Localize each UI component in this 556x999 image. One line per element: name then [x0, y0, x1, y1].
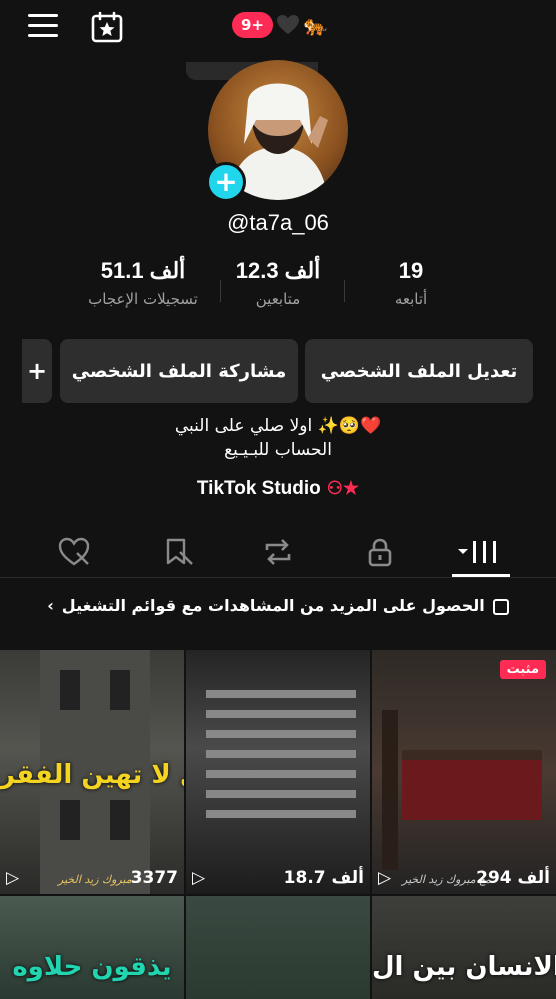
video-signature: مبروك زيد الخير — [58, 873, 132, 886]
content-tabs — [0, 526, 556, 578]
edit-profile-button[interactable]: تعديل الملف الشخصي — [305, 339, 533, 403]
stat-followers-value: 12.3 ألف — [235, 258, 321, 283]
playlist-prompt-text: الحصول على المزيد من المشاهدات مع قوائم … — [61, 596, 485, 615]
bio-line-2: الحساب للبـيـيع — [224, 440, 332, 460]
video-thumbnail[interactable]: الانسان بين ال — [372, 896, 556, 999]
profile-actions: + مشاركة الملف الشخصي تعديل الملف الشخصي — [0, 339, 556, 403]
video-overlay-text: قل لا تهين الفقر — [0, 760, 184, 790]
add-friend-button[interactable]: + — [22, 339, 52, 403]
tab-private[interactable] — [360, 532, 400, 572]
chevron-left-icon: ‹ — [47, 596, 54, 615]
repost-icon — [265, 539, 291, 565]
notification-area[interactable]: 9+ 🐅 — [232, 12, 328, 38]
view-count: 294 ألف — [476, 868, 550, 888]
tab-favorites[interactable] — [158, 532, 198, 572]
tiktok-studio-label: TikTok Studio — [196, 478, 321, 499]
view-count: 3377 — [130, 868, 178, 888]
video-thumbnail[interactable]: 18.7 ألف ▷ — [186, 650, 370, 894]
hidden-heart-icon — [58, 537, 90, 566]
menu-icon[interactable] — [28, 14, 58, 38]
tab-liked[interactable] — [54, 532, 94, 572]
video-thumbnail[interactable]: يذقون حلاوه — [0, 896, 184, 999]
video-thumbnail[interactable] — [186, 896, 370, 999]
video-views: 18.7 ألف — [284, 868, 364, 888]
add-avatar-button[interactable]: + — [206, 162, 246, 202]
bench-scene — [382, 710, 542, 870]
crosswalk-scene — [206, 690, 356, 818]
stat-followers[interactable]: 12.3 ألف متابعين — [203, 258, 353, 308]
share-profile-button[interactable]: مشاركة الملف الشخصي — [60, 339, 298, 403]
stat-likes[interactable]: 51.1 ألف تسجيلات الإعجاب — [68, 258, 218, 308]
person-star-icon: ⚇★ — [326, 478, 360, 498]
play-icon: ▷ — [192, 868, 206, 888]
stat-following-label: أتابعه — [394, 290, 428, 308]
active-tab-indicator — [452, 574, 510, 577]
notification-badge[interactable]: 9+ — [232, 12, 274, 38]
calendar-star-icon[interactable] — [90, 11, 124, 43]
hidden-bookmark-icon — [166, 538, 193, 565]
top-bar: 9+ 🐅 — [0, 0, 556, 56]
tiktok-studio-link[interactable]: TikTok Studio ⚇★ — [0, 478, 556, 500]
video-overlay-text: يذقون حلاوه — [12, 952, 172, 982]
stat-likes-label: تسجيلات الإعجاب — [88, 290, 198, 308]
stat-following-value: 19 — [398, 258, 424, 283]
username: @ta7a_06 — [227, 210, 329, 235]
playlist-prompt[interactable]: ‹ الحصول على المزيد من المشاهدات مع قوائم… — [0, 596, 556, 615]
tiger-icon: 🐅 — [303, 13, 328, 37]
tab-videos[interactable] — [458, 532, 504, 572]
video-thumbnail[interactable]: قل لا تهين الفقر مبروك زيد الخير 3377 ▷ — [0, 650, 184, 894]
bio-line-1: اولا صلي على النبي ✨🥺❤️ — [174, 416, 382, 436]
video-views: 294 ألف — [476, 868, 550, 888]
view-count: 18.7 ألف — [283, 868, 364, 888]
video-grid: قل لا تهين الفقر مبروك زيد الخير 3377 ▷ … — [0, 650, 556, 999]
black-heart-icon — [277, 15, 300, 34]
play-icon: ▷ — [378, 868, 392, 888]
stat-following[interactable]: 19 أتابعه — [336, 258, 486, 308]
playlist-icon — [492, 598, 509, 615]
lock-icon — [368, 538, 392, 567]
video-thumbnail[interactable]: مثبت مع مبروك زيد الخير 294 ألف ▷ — [372, 650, 556, 894]
stat-followers-label: متابعين — [255, 290, 301, 308]
tab-reposts[interactable] — [258, 532, 298, 572]
bio: اولا صلي على النبي ✨🥺❤️ الحساب للبـيـيع — [0, 414, 556, 462]
pinned-badge: مثبت — [499, 660, 546, 679]
grid-videos-icon — [458, 541, 496, 563]
video-views: 3377 — [131, 868, 178, 888]
play-icon: ▷ — [6, 868, 20, 888]
video-overlay-text: الانسان بين ال — [372, 952, 556, 982]
stats-row: 51.1 ألف تسجيلات الإعجاب 12.3 ألف متابعي… — [0, 258, 556, 328]
stat-likes-value: 51.1 ألف — [100, 258, 186, 283]
